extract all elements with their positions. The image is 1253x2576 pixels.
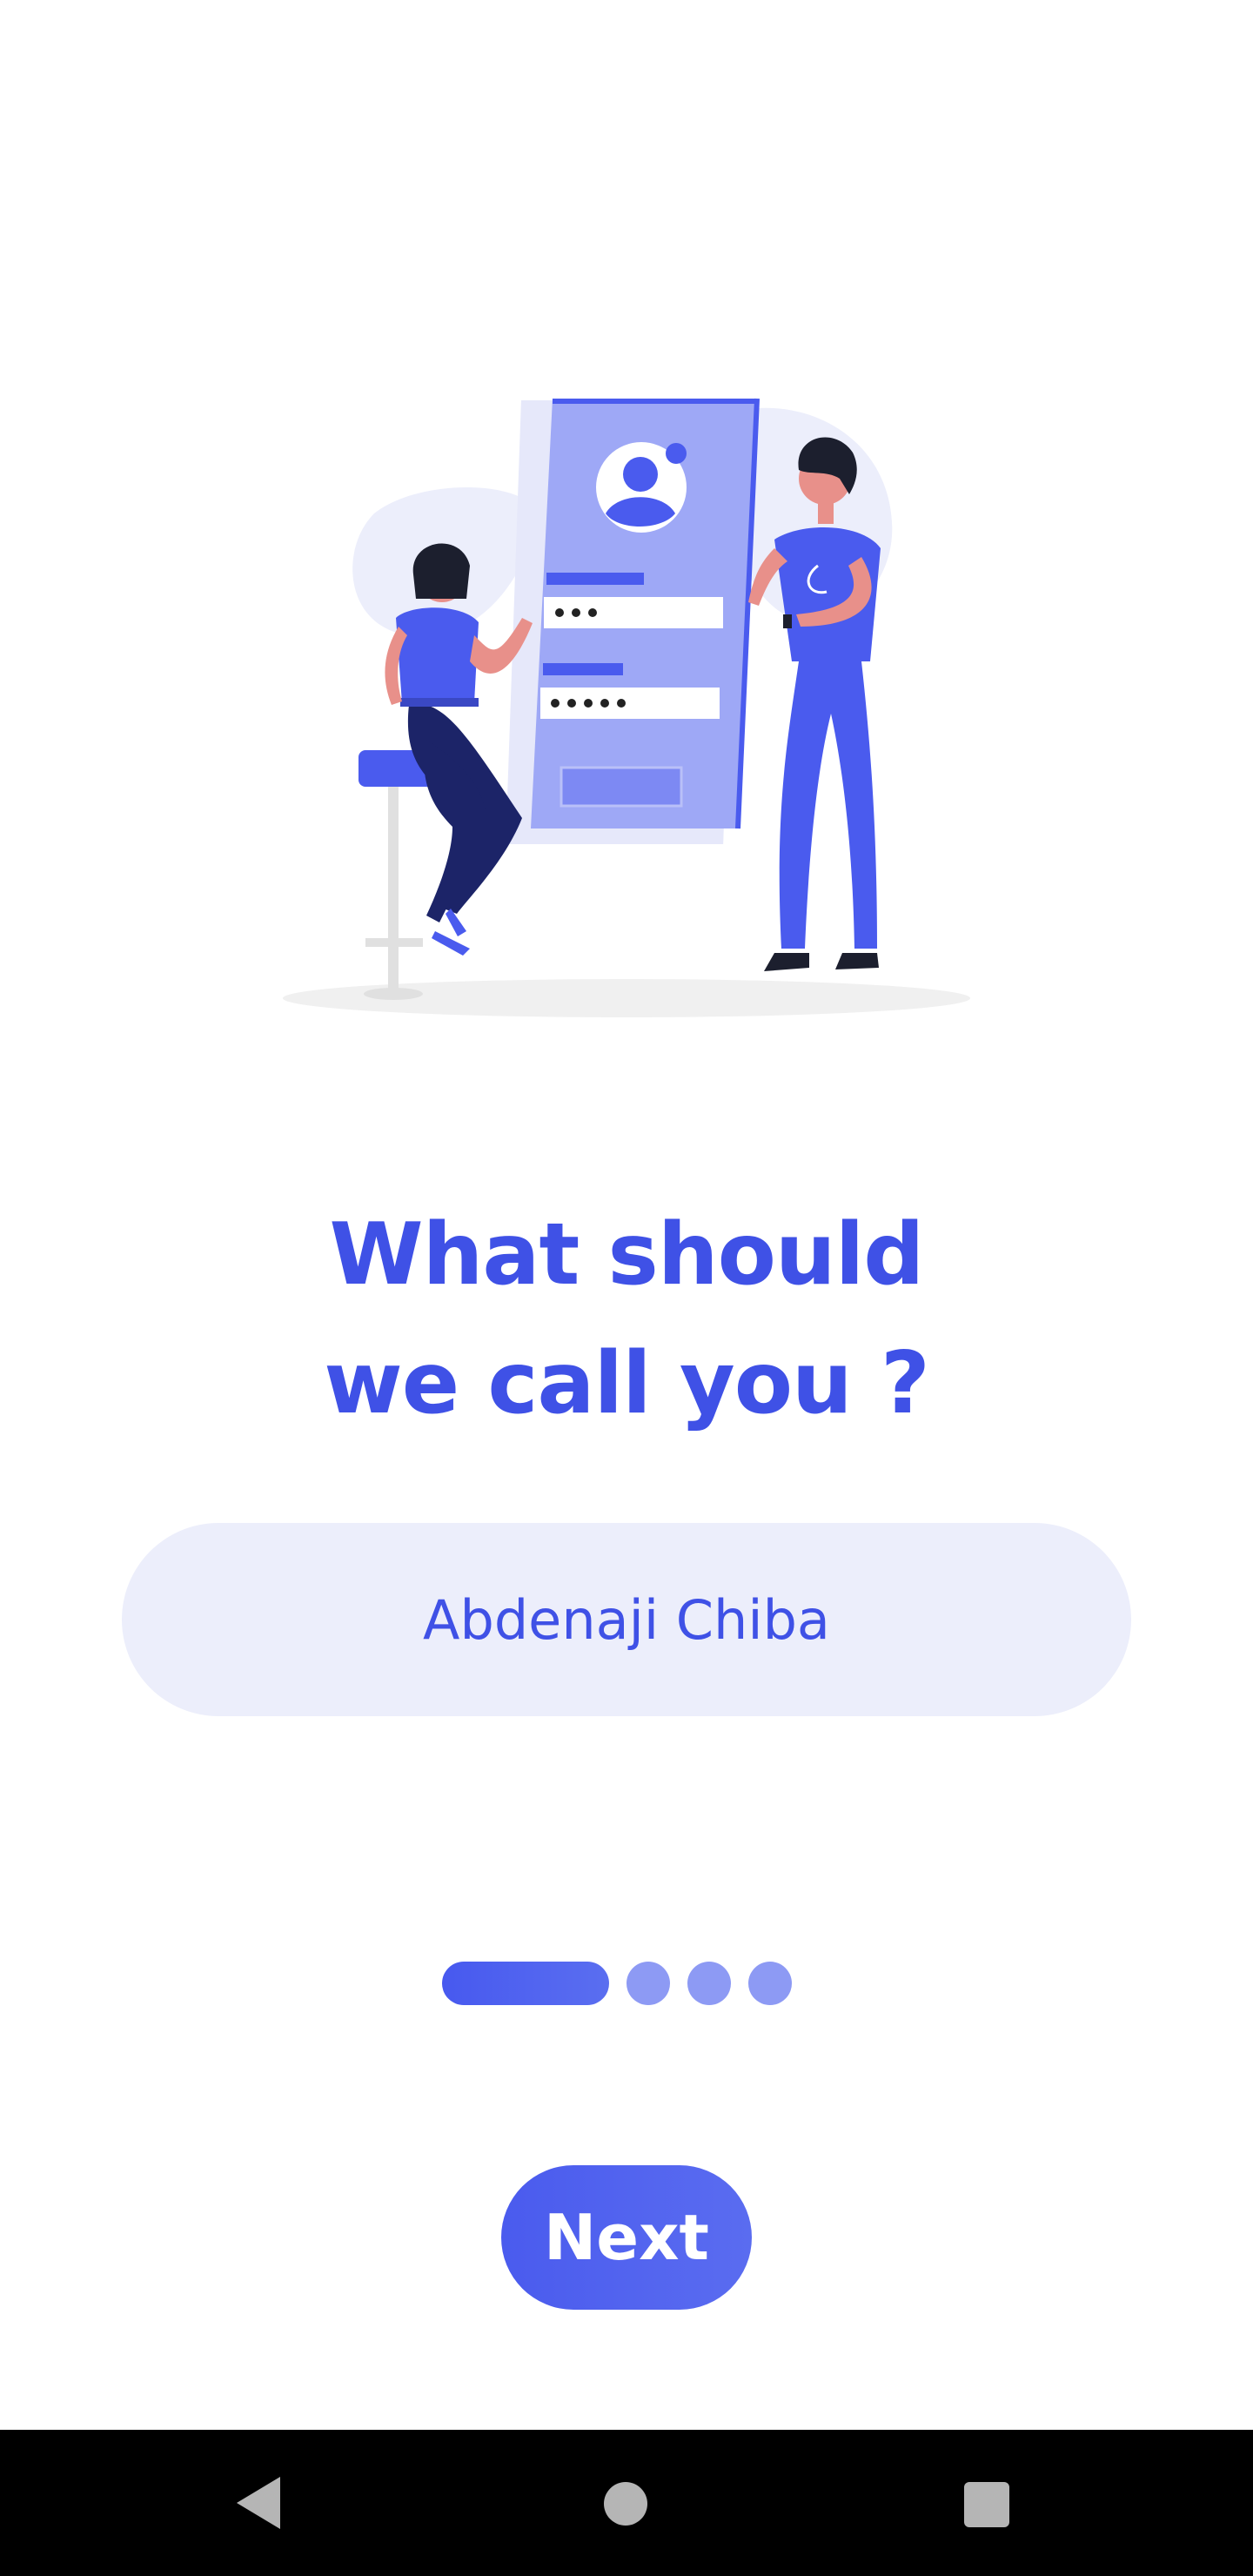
name-input[interactable] bbox=[190, 1587, 1063, 1653]
back-triangle-icon[interactable] bbox=[237, 2477, 280, 2529]
page-indicator-active bbox=[442, 1962, 609, 2005]
system-navigation-bar bbox=[0, 2430, 1253, 2576]
page-indicator-dot bbox=[687, 1962, 731, 2005]
page-title-line1: What should bbox=[329, 1205, 925, 1305]
page-indicator bbox=[0, 1962, 1253, 2005]
login-illustration bbox=[283, 398, 970, 1017]
home-circle-icon[interactable] bbox=[604, 2482, 647, 2526]
next-button[interactable]: Next bbox=[501, 2165, 752, 2310]
name-field[interactable] bbox=[122, 1523, 1131, 1716]
page-title-line2: we call you ? bbox=[324, 1334, 930, 1433]
page-indicator-dot bbox=[626, 1962, 670, 2005]
recents-square-icon[interactable] bbox=[964, 2482, 1009, 2527]
onboarding-screen: What should we call you ? Next bbox=[0, 0, 1253, 2576]
page-indicator-dot bbox=[748, 1962, 792, 2005]
